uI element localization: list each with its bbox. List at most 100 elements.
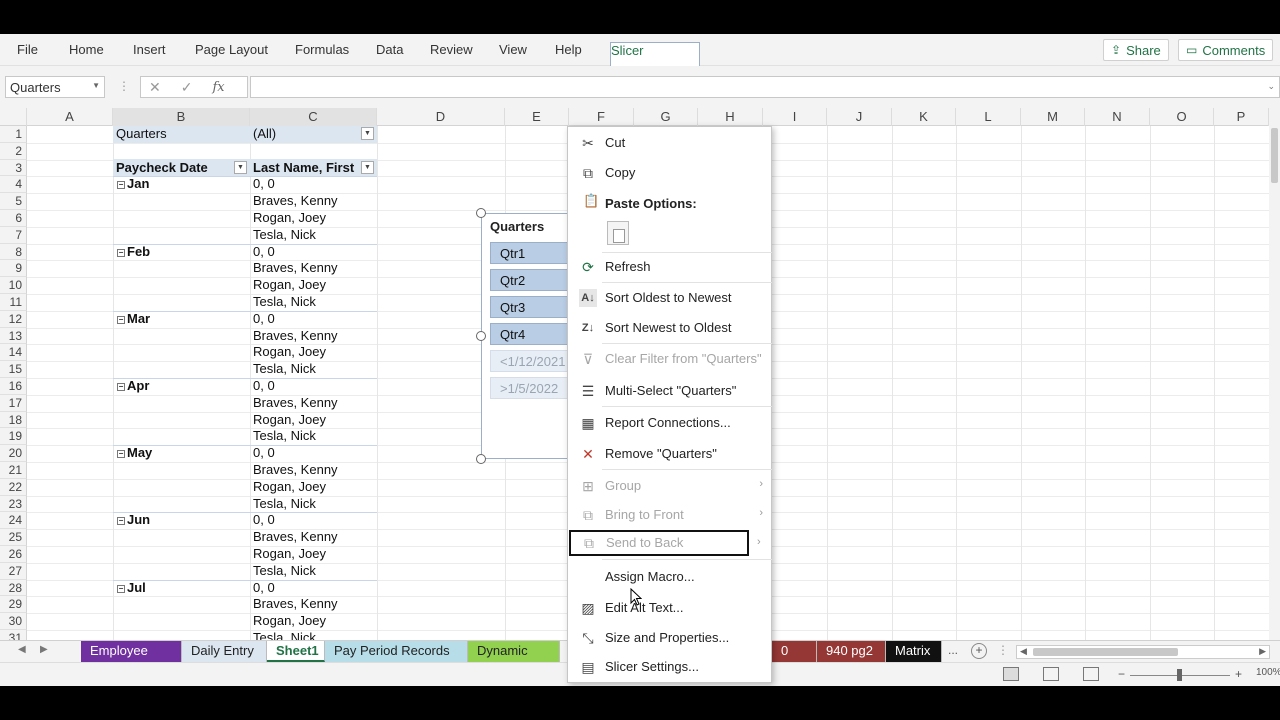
pivot-name-cell[interactable]: Rogan, Joey [253, 277, 326, 293]
row-header-filter-button[interactable]: ▼ [234, 161, 247, 174]
row-header[interactable]: 15 [0, 361, 27, 378]
pivot-filter-value[interactable]: (All) [253, 126, 276, 142]
col-header-o[interactable]: O [1150, 108, 1214, 126]
pivot-name-cell[interactable]: Braves, Kenny [253, 260, 338, 276]
tab-review[interactable]: Review [430, 42, 473, 57]
vertical-scrollbar[interactable] [1269, 108, 1280, 640]
row-header[interactable]: 27 [0, 562, 27, 580]
pivot-name-cell[interactable]: Rogan, Joey [253, 412, 326, 428]
resize-handle-bottom-left[interactable] [476, 454, 486, 464]
collapse-icon[interactable]: − [117, 584, 125, 593]
cancel-icon[interactable]: ✕ [149, 79, 161, 96]
collapse-icon[interactable]: − [117, 517, 125, 526]
pivot-name-cell[interactable]: Braves, Kenny [253, 596, 338, 612]
pivot-name-cell[interactable]: 0, 0 [253, 311, 275, 327]
pivot-month-label[interactable]: − Jul [117, 580, 146, 596]
pivot-name-cell[interactable]: Tesla, Nick [253, 563, 316, 579]
zoom-in-icon[interactable]: + [1235, 667, 1242, 681]
expand-formula-bar-icon[interactable]: ⌄ [1267, 81, 1275, 92]
quarters-slicer[interactable]: Quarters Qtr1 Qtr2 Qtr3 Qtr4 <1/12/2021 … [481, 213, 580, 459]
horizontal-scrollbar[interactable]: ◀ ▶ [1016, 645, 1270, 659]
menu-item-copy[interactable]: ⧉ Copy [568, 160, 771, 186]
col-header-n[interactable]: N [1085, 108, 1150, 126]
sheet-tab[interactable]: Daily Entry [182, 641, 267, 662]
page-layout-view-icon[interactable] [1043, 667, 1059, 681]
pivot-name-cell[interactable]: Tesla, Nick [253, 294, 316, 310]
col-header-c[interactable]: C [250, 108, 377, 126]
row-header[interactable]: 14 [0, 344, 27, 362]
row-header[interactable]: 1 [0, 126, 27, 143]
chevron-down-icon[interactable]: ▼ [92, 81, 100, 90]
tab-file[interactable]: File [17, 42, 38, 57]
pivot-name-cell[interactable]: Braves, Kenny [253, 462, 338, 478]
row-header[interactable]: 19 [0, 428, 27, 446]
menu-item-send-to-back[interactable]: ⧉ Send to Back [569, 530, 749, 556]
menu-item-bring-to-front[interactable]: ⧉ Bring to Front › [568, 502, 771, 528]
resize-handle-left[interactable] [476, 331, 486, 341]
zoom-level[interactable]: 100% [1256, 667, 1280, 678]
row-header[interactable]: 12 [0, 310, 27, 328]
normal-view-icon[interactable] [1003, 667, 1019, 681]
sheet-tab[interactable]: Employee Info [81, 641, 182, 678]
row-header[interactable]: 22 [0, 478, 27, 496]
page-break-view-icon[interactable] [1083, 667, 1099, 681]
col-header-l[interactable]: L [956, 108, 1021, 126]
row-header[interactable]: 5 [0, 193, 27, 210]
menu-item-sort-newest[interactable]: Z↓ Sort Newest to Oldest [568, 315, 771, 341]
comments-button[interactable]: ▭ Comments [1178, 39, 1274, 61]
scroll-left-icon[interactable]: ◀ [1020, 646, 1027, 657]
col-header-f[interactable]: F [569, 108, 634, 126]
col-header-h[interactable]: H [698, 108, 763, 126]
scroll-right-icon[interactable]: ▶ [1259, 646, 1266, 657]
collapse-icon[interactable]: − [117, 383, 125, 391]
sheet-tab[interactable]: Dynamic Pivot [468, 641, 560, 678]
row-header[interactable]: 29 [0, 596, 27, 614]
row-header[interactable]: 9 [0, 260, 27, 278]
tab-splitter-icon[interactable]: ⋮ [997, 643, 1009, 657]
sheet-tab[interactable]: Sheet1 [267, 641, 325, 662]
share-button[interactable]: ⇪ Share [1103, 39, 1169, 61]
row-header[interactable]: 16 [0, 378, 27, 395]
tab-data[interactable]: Data [376, 42, 403, 57]
row-header[interactable]: 26 [0, 546, 27, 563]
col-header-e[interactable]: E [505, 108, 569, 126]
row-header[interactable]: 4 [0, 176, 27, 194]
row-header[interactable]: 18 [0, 411, 27, 429]
menu-item-assign-macro[interactable]: Assign Macro... [568, 564, 771, 590]
pivot-month-label[interactable]: − Mar [117, 311, 150, 327]
pivot-name-cell[interactable]: Tesla, Nick [253, 227, 316, 243]
value-header-filter-button[interactable]: ▼ [361, 161, 374, 174]
zoom-slider-knob[interactable] [1177, 669, 1182, 681]
pivot-name-cell[interactable]: 0, 0 [253, 378, 275, 394]
tab-home[interactable]: Home [69, 42, 104, 57]
insert-function-icon[interactable]: fx [212, 80, 224, 95]
row-header[interactable]: 10 [0, 277, 27, 294]
pivot-name-cell[interactable]: Rogan, Joey [253, 546, 326, 562]
pivot-name-cell[interactable]: Braves, Kenny [253, 529, 338, 545]
sheet-tab[interactable]: Pay Period Records [325, 641, 468, 662]
pivot-name-cell[interactable]: Braves, Kenny [253, 395, 338, 411]
pivot-name-cell[interactable]: Tesla, Nick [253, 428, 316, 444]
pivot-name-cell[interactable]: Braves, Kenny [253, 328, 338, 344]
collapse-icon[interactable]: − [117, 181, 125, 190]
col-header-d[interactable]: D [377, 108, 505, 126]
zoom-out-icon[interactable]: − [1118, 667, 1125, 681]
sheet-tab[interactable]: 940 pg2 [817, 641, 886, 662]
row-header[interactable]: 11 [0, 294, 27, 311]
menu-item-cut[interactable]: ✂ Cut [568, 130, 771, 156]
row-header[interactable]: 21 [0, 462, 27, 479]
pivot-name-cell[interactable]: Rogan, Joey [253, 210, 326, 226]
menu-item-refresh[interactable]: ⟳ Refresh [568, 254, 771, 280]
menu-item-group[interactable]: ⊞ Group › [568, 473, 771, 499]
menu-item-report-connections[interactable]: ▦ Report Connections... [568, 410, 771, 436]
paste-option-icon[interactable] [607, 221, 629, 245]
row-header[interactable]: 20 [0, 445, 27, 462]
row-header[interactable]: 25 [0, 529, 27, 546]
row-header[interactable]: 24 [0, 512, 27, 530]
menu-item-clear-filter[interactable]: ⊽ Clear Filter from "Quarters" [568, 346, 771, 372]
tab-page-layout[interactable]: Page Layout [195, 42, 268, 57]
tab-help[interactable]: Help [555, 42, 582, 57]
resize-handle-top-left[interactable] [476, 208, 486, 218]
pivot-name-cell[interactable]: Tesla, Nick [253, 630, 316, 640]
enter-icon[interactable]: ✓ [181, 79, 193, 96]
